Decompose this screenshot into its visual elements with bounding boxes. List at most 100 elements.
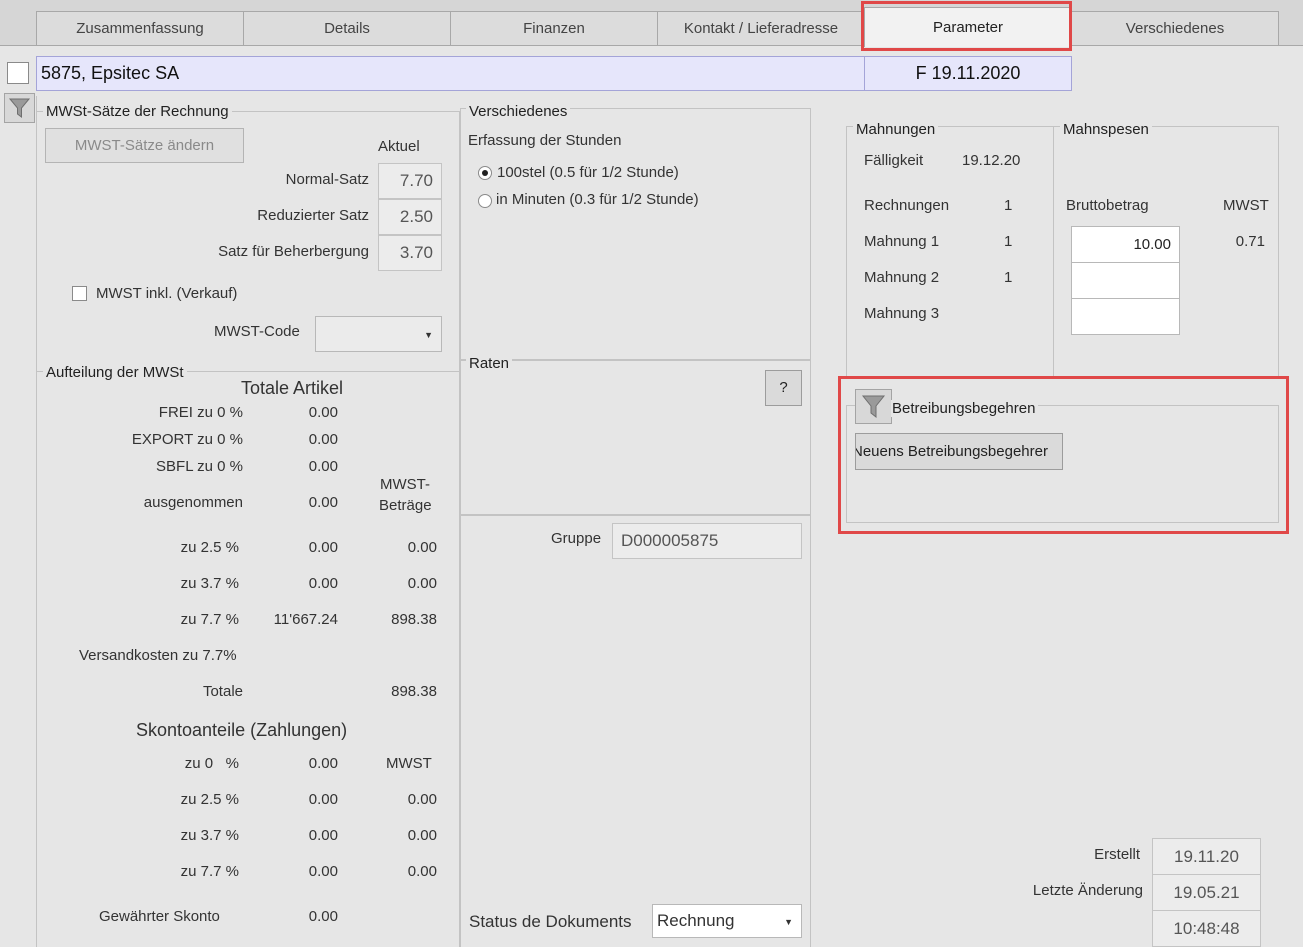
created-label: Erstellt <box>1094 846 1140 863</box>
betreibung-title: Betreibungsbegehren <box>891 400 1039 417</box>
breakdown-row-total: 0.00 <box>308 431 338 448</box>
brutto-input-1[interactable]: 10.00 <box>1071 226 1180 263</box>
breakdown-row-label: zu 2.5 % <box>180 539 239 556</box>
betreibung-filter-button[interactable] <box>855 389 892 424</box>
tab-verschiedenes[interactable]: Verschiedenes <box>1071 11 1279 45</box>
lodging-rate-label: Satz für Beherbergung <box>218 243 369 260</box>
totale-value: 898.38 <box>391 683 437 700</box>
breakdown-row-mwst: 898.38 <box>391 611 437 628</box>
hours-entry-label: Erfassung der Stunden <box>468 132 622 149</box>
breakdown-row-mwst: 0.00 <box>407 575 437 592</box>
mahnung-row-count: 1 <box>1004 233 1013 250</box>
tab-parameter[interactable]: Parameter <box>864 7 1072 47</box>
mwst-inkl-checkbox[interactable] <box>72 286 87 301</box>
skonto-row-mwst: 0.00 <box>407 791 437 808</box>
mwst-inkl-label: MWST inkl. (Verkauf) <box>96 285 238 302</box>
tab-finanzen[interactable]: Finanzen <box>450 11 658 45</box>
created-value: 19.11.20 <box>1152 838 1261 875</box>
misc-title: Verschiedenes <box>466 103 571 120</box>
record-select-checkbox[interactable] <box>7 62 29 84</box>
radio-hundredths[interactable] <box>478 166 492 180</box>
lodging-rate-value: 3.70 <box>378 235 442 271</box>
breakdown-row-label: FREI zu 0 % <box>158 404 243 421</box>
breakdown-row-mwst: 0.00 <box>407 539 437 556</box>
breakdown-row-label: zu 3.7 % <box>180 575 239 592</box>
skonto-row-label: zu 2.5 % <box>180 791 239 808</box>
totale-label: Totale <box>202 683 243 700</box>
normal-rate-label: Normal-Satz <box>285 171 369 188</box>
skonto-row-total: 0.00 <box>308 791 338 808</box>
mahnung-row-label: Mahnung 3 <box>864 305 940 322</box>
skonto-row-label: zu 0 % <box>184 755 239 772</box>
document-info-group <box>460 515 811 947</box>
mahnung-row-label: Mahnung 2 <box>864 269 940 286</box>
breakdown-row-label: zu 7.7 % <box>180 611 239 628</box>
funnel-icon <box>861 395 886 419</box>
reduced-rate-label: Reduzierter Satz <box>257 207 369 224</box>
mahnspesen-mwst-value: 0.71 <box>1235 233 1265 250</box>
modified-date: 19.05.21 <box>1152 874 1261 911</box>
mahnung-row-label: Rechnungen <box>864 197 950 214</box>
record-title-field[interactable]: 5875, Epsitec SA <box>36 56 865 91</box>
current-header: Aktuel <box>378 138 420 155</box>
totals-header: Totale Artikel <box>241 378 344 398</box>
funnel-icon <box>8 98 31 118</box>
mahnung-row-count: 1 <box>1004 269 1013 286</box>
radio-minutes[interactable] <box>478 194 492 208</box>
radio-minutes-label: in Minuten (0.3 für 1/2 Stunde) <box>496 191 699 208</box>
gruppe-value: D000005875 <box>612 523 802 559</box>
status-select[interactable]: Rechnung ▼ <box>652 904 802 938</box>
breakdown-title: Aufteilung der MWSt <box>43 364 187 381</box>
skonto-row-total: 0.00 <box>308 755 338 772</box>
skonto-row-mwst: 0.00 <box>407 827 437 844</box>
breakdown-row-total: 0.00 <box>308 575 338 592</box>
breakdown-row-label: ausgenommen <box>143 494 243 511</box>
skonto-row-total: 0.00 <box>308 827 338 844</box>
new-betreibung-button[interactable]: Neuens Betreibungsbegehrer <box>855 433 1063 470</box>
mwst-amounts-header: Beträge <box>379 497 432 514</box>
mwst-amounts-header: MWST- <box>380 476 430 493</box>
modified-time: 10:48:48 <box>1152 910 1261 947</box>
raten-group <box>460 360 811 515</box>
faelligkeit-label: Fälligkeit <box>864 152 924 169</box>
breakdown-row-total: 0.00 <box>308 539 338 556</box>
breakdown-row-total: 11'667.24 <box>273 611 338 628</box>
skonto-row-mwst: 0.00 <box>407 863 437 880</box>
shipping-label: Versandkosten zu 7.7% <box>79 647 237 664</box>
breakdown-row-total: 0.00 <box>308 404 338 421</box>
radio-hundredths-label: 100stel (0.5 für 1/2 Stunde) <box>497 164 679 181</box>
mahnspesen-mwst-header: MWST <box>1223 197 1269 214</box>
brutto-input-3[interactable] <box>1071 298 1180 335</box>
mahnspesen-title: Mahnspesen <box>1060 121 1152 138</box>
faelligkeit-value: 19.12.20 <box>962 152 1021 169</box>
brutto-header: Bruttobetrag <box>1066 197 1149 214</box>
raten-title: Raten <box>466 355 513 372</box>
modified-label: Letzte Änderung <box>1032 882 1143 899</box>
reduced-rate-value: 2.50 <box>378 199 442 235</box>
breakdown-row-label: SBFL zu 0 % <box>156 458 243 475</box>
normal-rate-value: 7.70 <box>378 163 442 199</box>
change-mwst-rates-button[interactable]: MWST-Sätze ändern <box>45 128 244 163</box>
breakdown-row-label: EXPORT zu 0 % <box>131 431 243 448</box>
gruppe-label: Gruppe <box>551 530 602 547</box>
brutto-input-2[interactable] <box>1071 262 1180 299</box>
filter-button[interactable] <box>4 93 35 123</box>
tab-details[interactable]: Details <box>243 11 451 45</box>
status-label: Status de Dokuments <box>469 912 632 931</box>
chevron-down-icon: ▼ <box>784 917 793 927</box>
mwst-rates-title: MWSt-Sätze der Rechnung <box>43 103 232 120</box>
document-date-field[interactable]: F 19.11.2020 <box>864 56 1072 91</box>
mwst-code-select[interactable]: ▼ <box>315 316 442 352</box>
granted-skonto-label: Gewährter Skonto <box>99 908 220 925</box>
tab-zusammenfassung[interactable]: Zusammenfassung <box>36 11 244 45</box>
mahnung-row-count: 1 <box>1004 197 1013 214</box>
raten-help-button[interactable]: ? <box>765 370 802 406</box>
skonto-row-total: 0.00 <box>308 863 338 880</box>
tab-kontakt-lieferadresse[interactable]: Kontakt / Lieferadresse <box>657 11 865 45</box>
skonto-row-label: zu 3.7 % <box>180 827 239 844</box>
skonto-mwst-header: MWST <box>386 755 432 772</box>
breakdown-row-total: 0.00 <box>308 494 338 511</box>
chevron-down-icon: ▼ <box>424 330 433 340</box>
mwst-code-label: MWST-Code <box>214 323 300 340</box>
skonto-header: Skontoanteile (Zahlungen) <box>136 720 348 740</box>
